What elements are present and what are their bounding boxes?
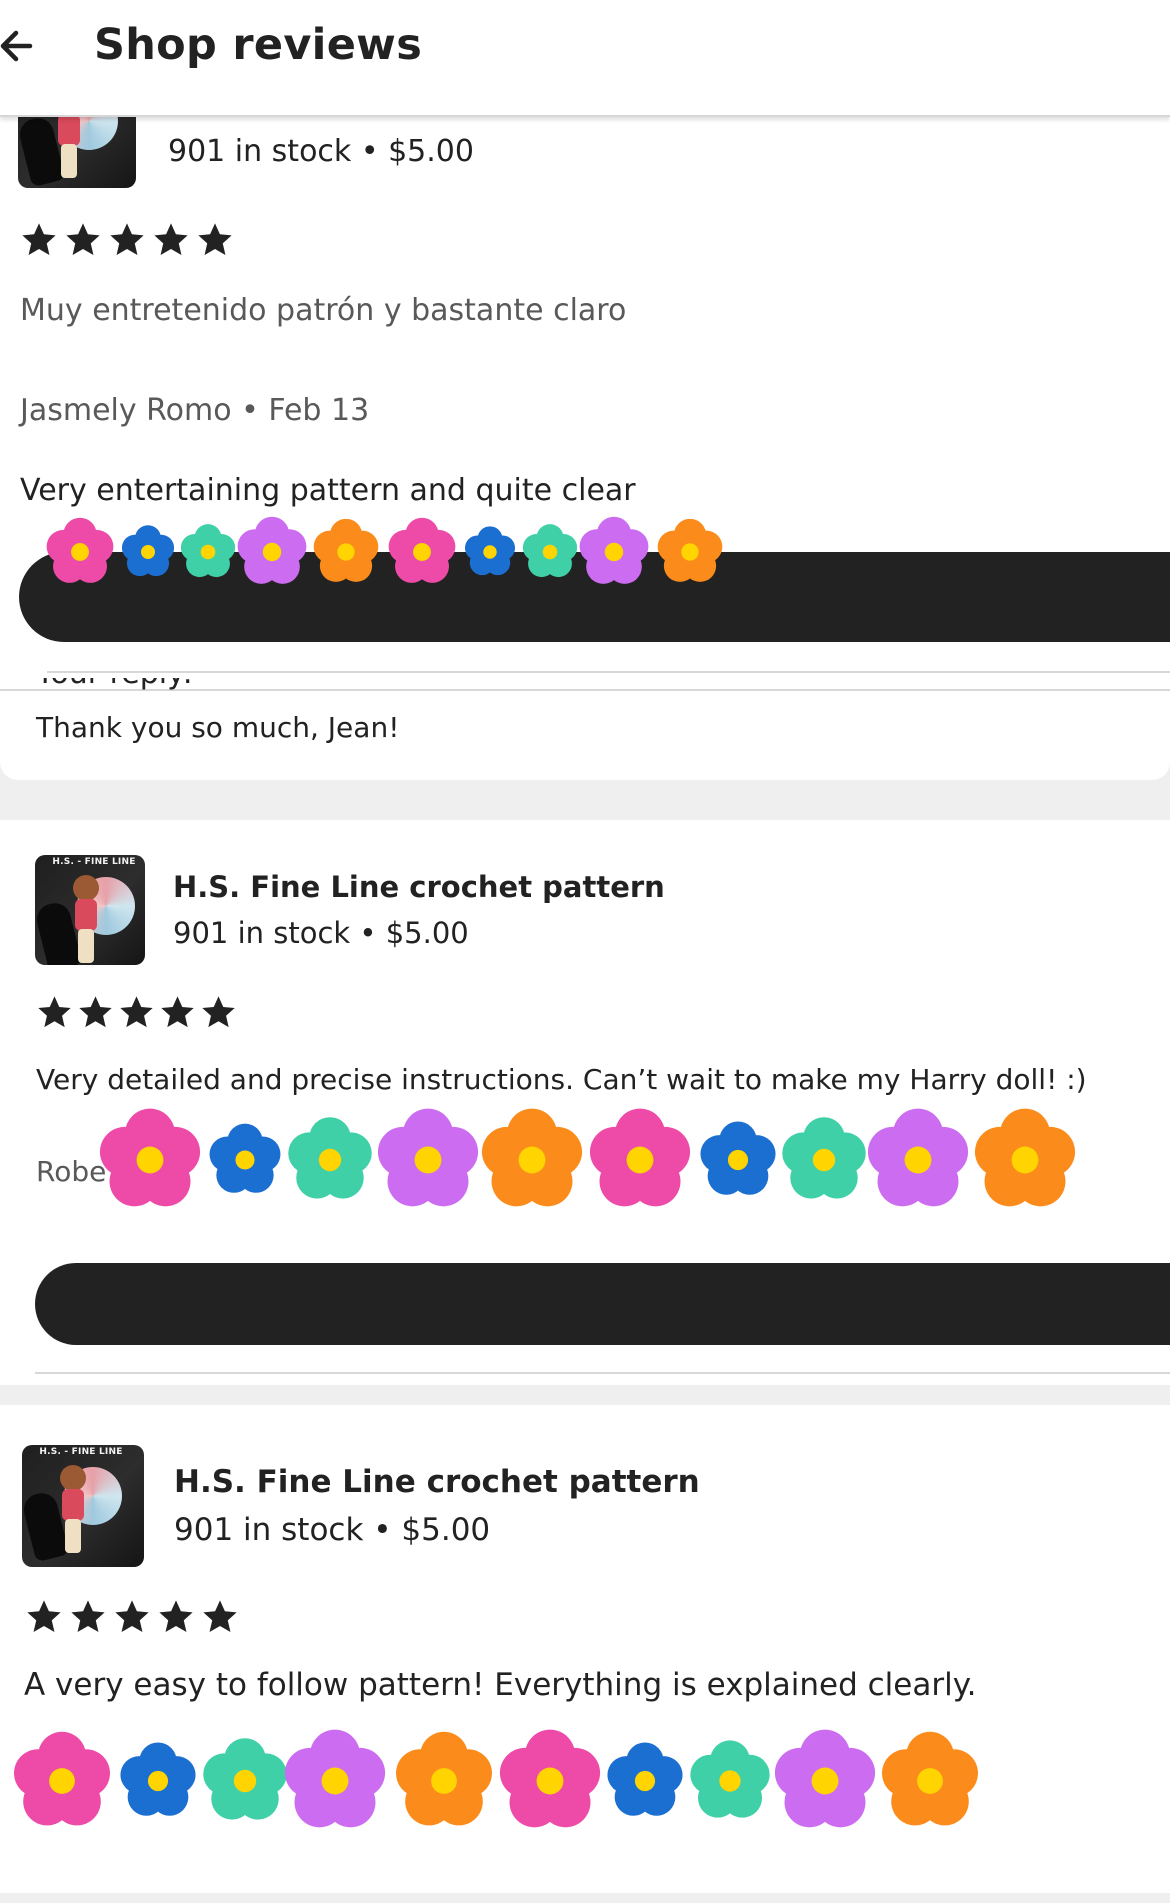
- teal-flower-icon: [288, 1117, 372, 1199]
- pink-flower-icon: [14, 1731, 110, 1826]
- star-icon: [38, 996, 71, 1028]
- star-icon: [161, 996, 194, 1028]
- star-icon: [154, 223, 188, 256]
- star-icon: [203, 1600, 237, 1633]
- star-icon: [115, 1600, 149, 1633]
- pink-flower-icon: [388, 517, 456, 583]
- item-stock-price: 901 in stock • $5.00: [168, 134, 474, 169]
- teal-flower-icon: [690, 1740, 770, 1818]
- shop-reply-text: Thank you so much, Jean!: [36, 711, 400, 744]
- review-text: Muy entretenido patrón y bastante claro: [20, 293, 627, 328]
- blue-flower-icon: [464, 526, 516, 576]
- pink-flower-icon: [589, 1108, 691, 1207]
- star-icon: [198, 223, 232, 256]
- divider: [47, 671, 1170, 673]
- orange-flower-icon: [396, 1731, 492, 1826]
- item-thumbnail[interactable]: H.S. - FINE LINE: [35, 855, 145, 965]
- item-title[interactable]: H.S. Fine Line crochet pattern: [173, 870, 665, 904]
- teal-flower-icon: [522, 524, 578, 578]
- star-rating: [36, 994, 237, 1031]
- star-icon: [22, 223, 56, 256]
- flower-decoration-row: [46, 516, 723, 584]
- orange-flower-icon: [974, 1108, 1076, 1207]
- app-header: Shop reviews: [0, 0, 1170, 117]
- page-title: Shop reviews: [94, 20, 423, 70]
- orange-flower-icon: [882, 1731, 978, 1826]
- flower-decoration-row: [14, 1729, 978, 1828]
- star-icon: [79, 996, 112, 1028]
- star-icon: [66, 223, 100, 256]
- star-icon: [27, 1600, 61, 1633]
- item-thumbnail[interactable]: H.S. - FINE LINE: [22, 1445, 144, 1567]
- blue-flower-icon: [607, 1742, 683, 1816]
- back-button[interactable]: [0, 22, 40, 70]
- teal-flower-icon: [203, 1738, 287, 1820]
- orange-flower-icon: [481, 1108, 583, 1207]
- flower-decoration-row: [99, 1108, 1076, 1207]
- item-title[interactable]: H.S. Fine Line crochet pattern: [174, 1464, 700, 1500]
- reply-label: Your reply:: [36, 678, 206, 690]
- reply-button[interactable]: [35, 1263, 1170, 1345]
- purple-flower-icon: [284, 1729, 386, 1828]
- purple-flower-icon: [377, 1108, 479, 1207]
- pink-flower-icon: [46, 517, 114, 583]
- blue-flower-icon: [121, 525, 175, 577]
- purple-flower-icon: [579, 516, 649, 584]
- teal-flower-icon: [782, 1117, 866, 1199]
- arrow-left-icon: [0, 30, 33, 62]
- blue-flower-icon: [120, 1742, 196, 1816]
- star-icon: [120, 996, 153, 1028]
- item-stock-price: 901 in stock • $5.00: [174, 1512, 491, 1548]
- divider: [35, 1372, 1170, 1374]
- star-icon: [159, 1600, 193, 1633]
- star-rating: [25, 1598, 239, 1636]
- star-icon: [71, 1600, 105, 1633]
- orange-flower-icon: [657, 518, 723, 582]
- star-icon: [110, 223, 144, 256]
- reviewer-info: Jasmely Romo • Feb 13: [20, 393, 370, 428]
- review-card: 901 in stock • $5.00 Muy entretenido pat…: [0, 0, 1170, 780]
- orange-flower-icon: [313, 518, 379, 582]
- pink-flower-icon: [99, 1108, 201, 1207]
- blue-flower-icon: [209, 1123, 281, 1193]
- blue-flower-icon: [700, 1121, 776, 1195]
- purple-flower-icon: [867, 1108, 969, 1207]
- purple-flower-icon: [237, 516, 307, 584]
- shop-reviews-screen: 901 in stock • $5.00 Muy entretenido pat…: [0, 0, 1170, 1903]
- item-stock-price: 901 in stock • $5.00: [173, 916, 469, 950]
- teal-flower-icon: [180, 524, 236, 578]
- star-icon: [202, 996, 235, 1028]
- pink-flower-icon: [499, 1729, 601, 1828]
- review-text: A very easy to follow pattern! Everythin…: [24, 1667, 977, 1703]
- purple-flower-icon: [774, 1729, 876, 1828]
- star-rating: [20, 221, 234, 259]
